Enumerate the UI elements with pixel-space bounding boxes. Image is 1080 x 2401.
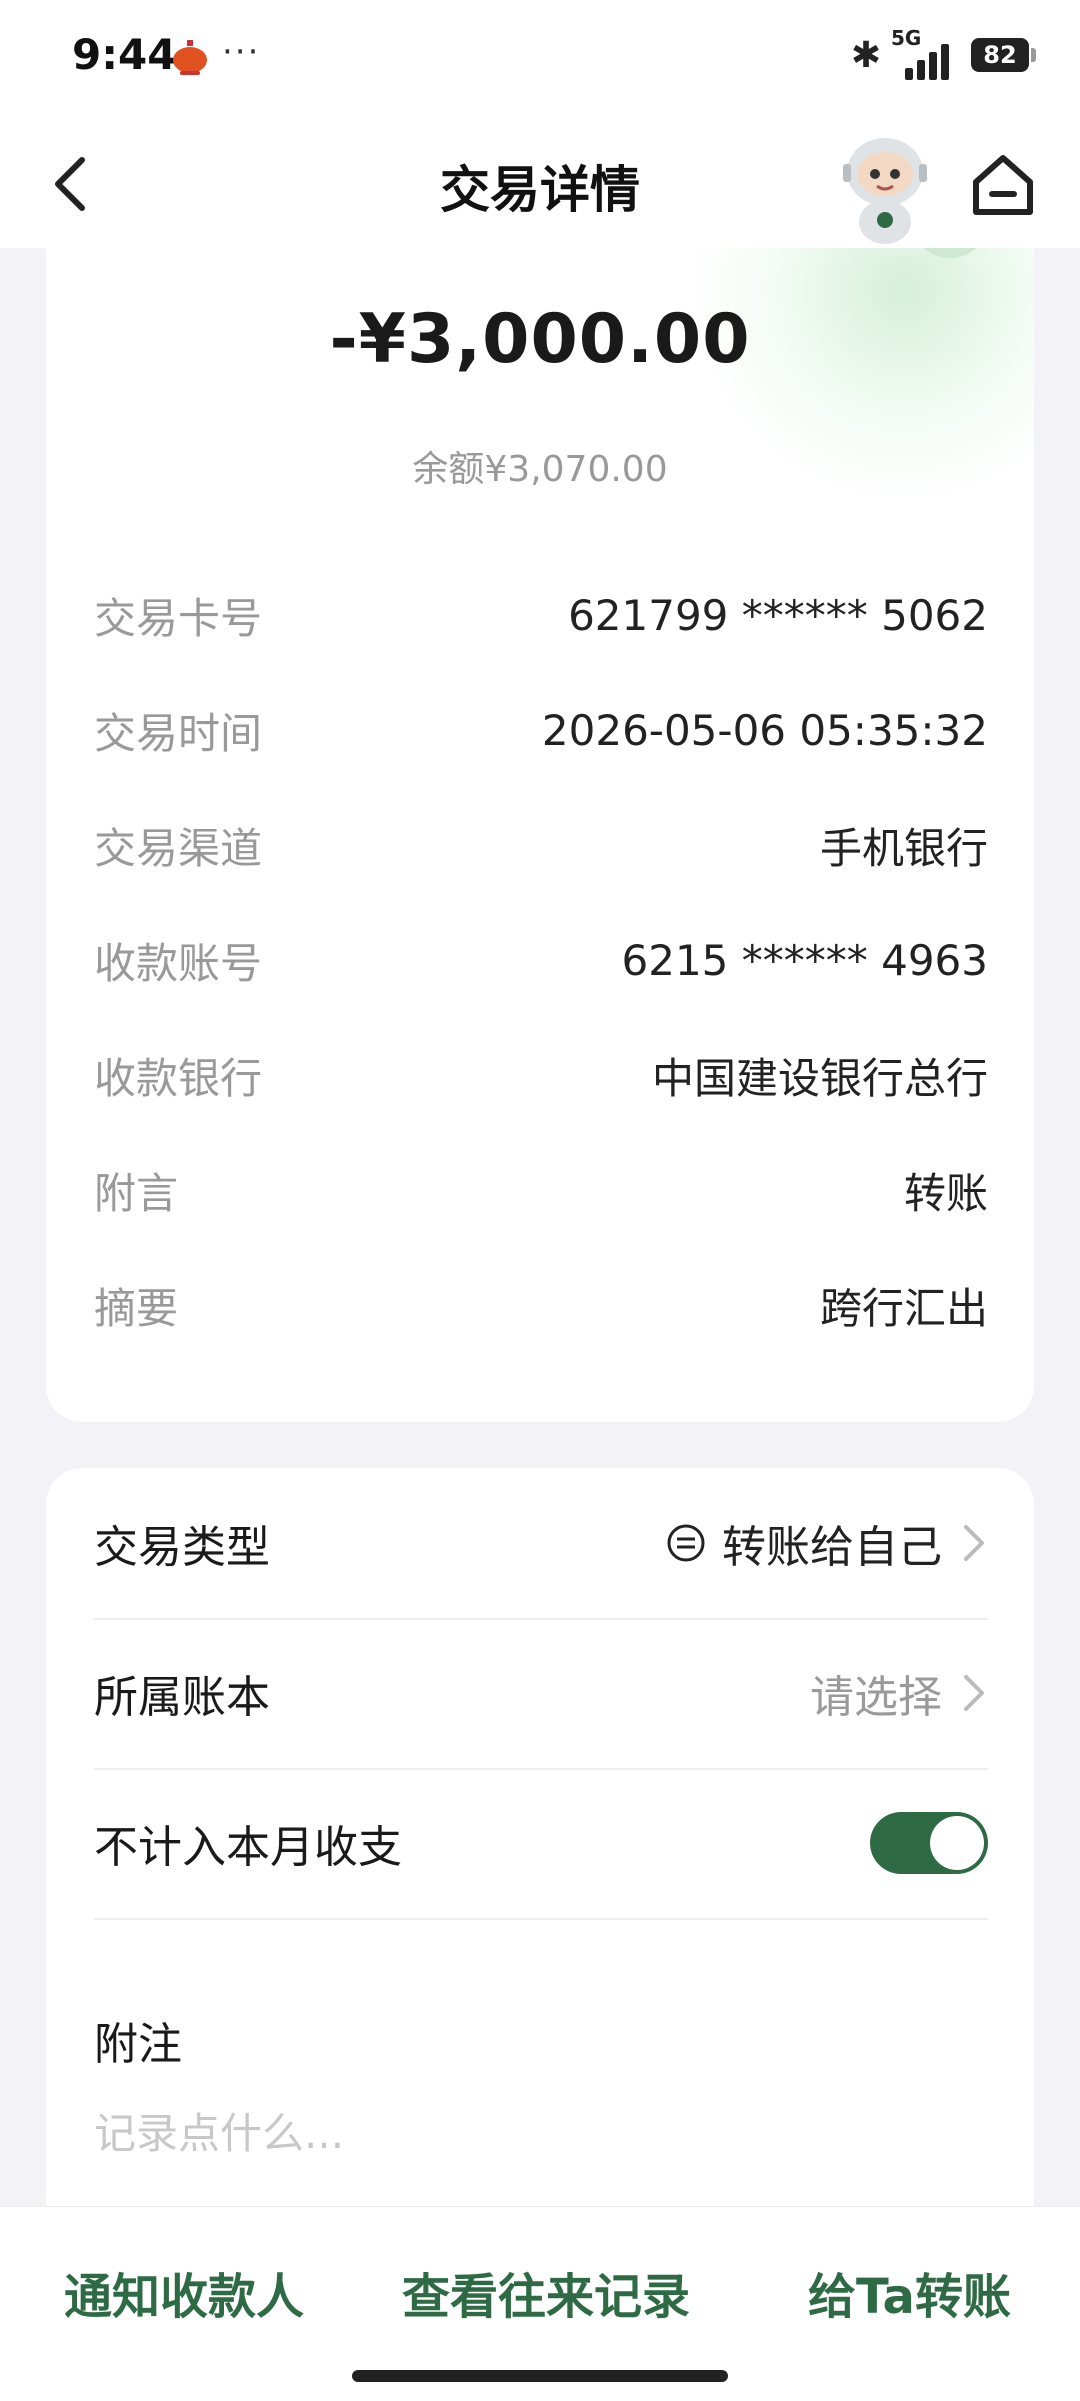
home-indicator[interactable] [352, 2370, 728, 2382]
transaction-card: -¥3,000.00 余额¥3,070.00 交易卡号 621799 *****… [46, 200, 1034, 1422]
detail-value: 中国建设银行总行 [651, 1053, 988, 1103]
battery-level: 82 [971, 38, 1029, 72]
detail-label: 交易时间 [94, 708, 263, 758]
lantern-icon [173, 40, 207, 75]
detail-row-payee-bank: 收款银行 中国建设银行总行 [94, 1040, 988, 1110]
chevron-right-icon [964, 1525, 984, 1561]
detail-row-summary: 摘要 跨行汇出 [94, 1270, 988, 1340]
robot-assistant-icon[interactable] [835, 134, 935, 244]
account-book-row[interactable]: 所属账本 请选择 [94, 1618, 988, 1770]
note-input[interactable] [94, 2098, 988, 2168]
transaction-type-row[interactable]: 交易类型 转账给自己 [94, 1468, 988, 1620]
status-bar: 9:44 ··· ✱ 5G 82 [0, 0, 1080, 120]
detail-label: 收款账号 [94, 938, 263, 988]
account-book-value: 请选择 [810, 1672, 942, 1723]
detail-label: 交易卡号 [94, 593, 263, 643]
account-balance: 余额¥3,070.00 [412, 449, 668, 490]
toggle-knob [930, 1816, 984, 1870]
detail-label: 收款银行 [94, 1053, 263, 1103]
transaction-amount: -¥3,000.00 [329, 300, 751, 379]
notify-payee-button[interactable]: 通知收款人 [64, 2257, 304, 2327]
detail-value: 手机银行 [819, 823, 988, 873]
detail-row-time: 交易时间 2026-05-06 05:35:32 [94, 695, 988, 765]
detail-value: 跨行汇出 [819, 1283, 988, 1333]
transfer-type-icon [667, 1524, 705, 1562]
detail-row-payee-account: 收款账号 6215 ****** 4963 [94, 925, 988, 995]
detail-label: 附言 [94, 1168, 179, 1218]
chevron-right-icon [964, 1675, 984, 1711]
detail-label: 交易渠道 [94, 823, 263, 873]
note-label: 附注 [94, 2019, 182, 2070]
status-dots: ··· [222, 32, 261, 72]
signal-icon: 5G [891, 26, 961, 80]
detail-value: 621799 ****** 5062 [568, 590, 988, 640]
status-indicators: ✱ 5G 82 [850, 26, 1036, 80]
battery-icon: 82 [971, 38, 1036, 72]
transaction-type-label: 交易类型 [94, 1522, 270, 1573]
account-book-label: 所属账本 [94, 1672, 270, 1723]
bluetooth-icon: ✱ [850, 34, 881, 76]
detail-value: 2026-05-06 05:35:32 [541, 705, 988, 755]
transaction-type-value: 转账给自己 [722, 1522, 942, 1573]
options-card: 交易类型 转账给自己 所属账本 请选择 不计入本月收支 附注 [46, 1468, 1034, 2228]
detail-value: 转账 [903, 1168, 988, 1218]
detail-row-card-number: 交易卡号 621799 ****** 5062 [94, 580, 988, 650]
nav-bar: 交易详情 [0, 120, 1080, 248]
view-history-button[interactable]: 查看往来记录 [402, 2257, 690, 2327]
exclude-monthly-toggle[interactable] [870, 1812, 988, 1874]
detail-label: 摘要 [94, 1283, 179, 1333]
detail-row-channel: 交易渠道 手机银行 [94, 810, 988, 880]
exclude-monthly-row: 不计入本月收支 [94, 1768, 988, 1920]
detail-value: 6215 ****** 4963 [621, 935, 988, 985]
transfer-again-button[interactable]: 给Ta转账 [808, 2257, 1011, 2327]
home-icon[interactable] [968, 150, 1038, 220]
exclude-monthly-label: 不计入本月收支 [94, 1822, 402, 1873]
status-time: 9:44 [72, 30, 177, 79]
detail-row-remark: 附言 转账 [94, 1155, 988, 1225]
